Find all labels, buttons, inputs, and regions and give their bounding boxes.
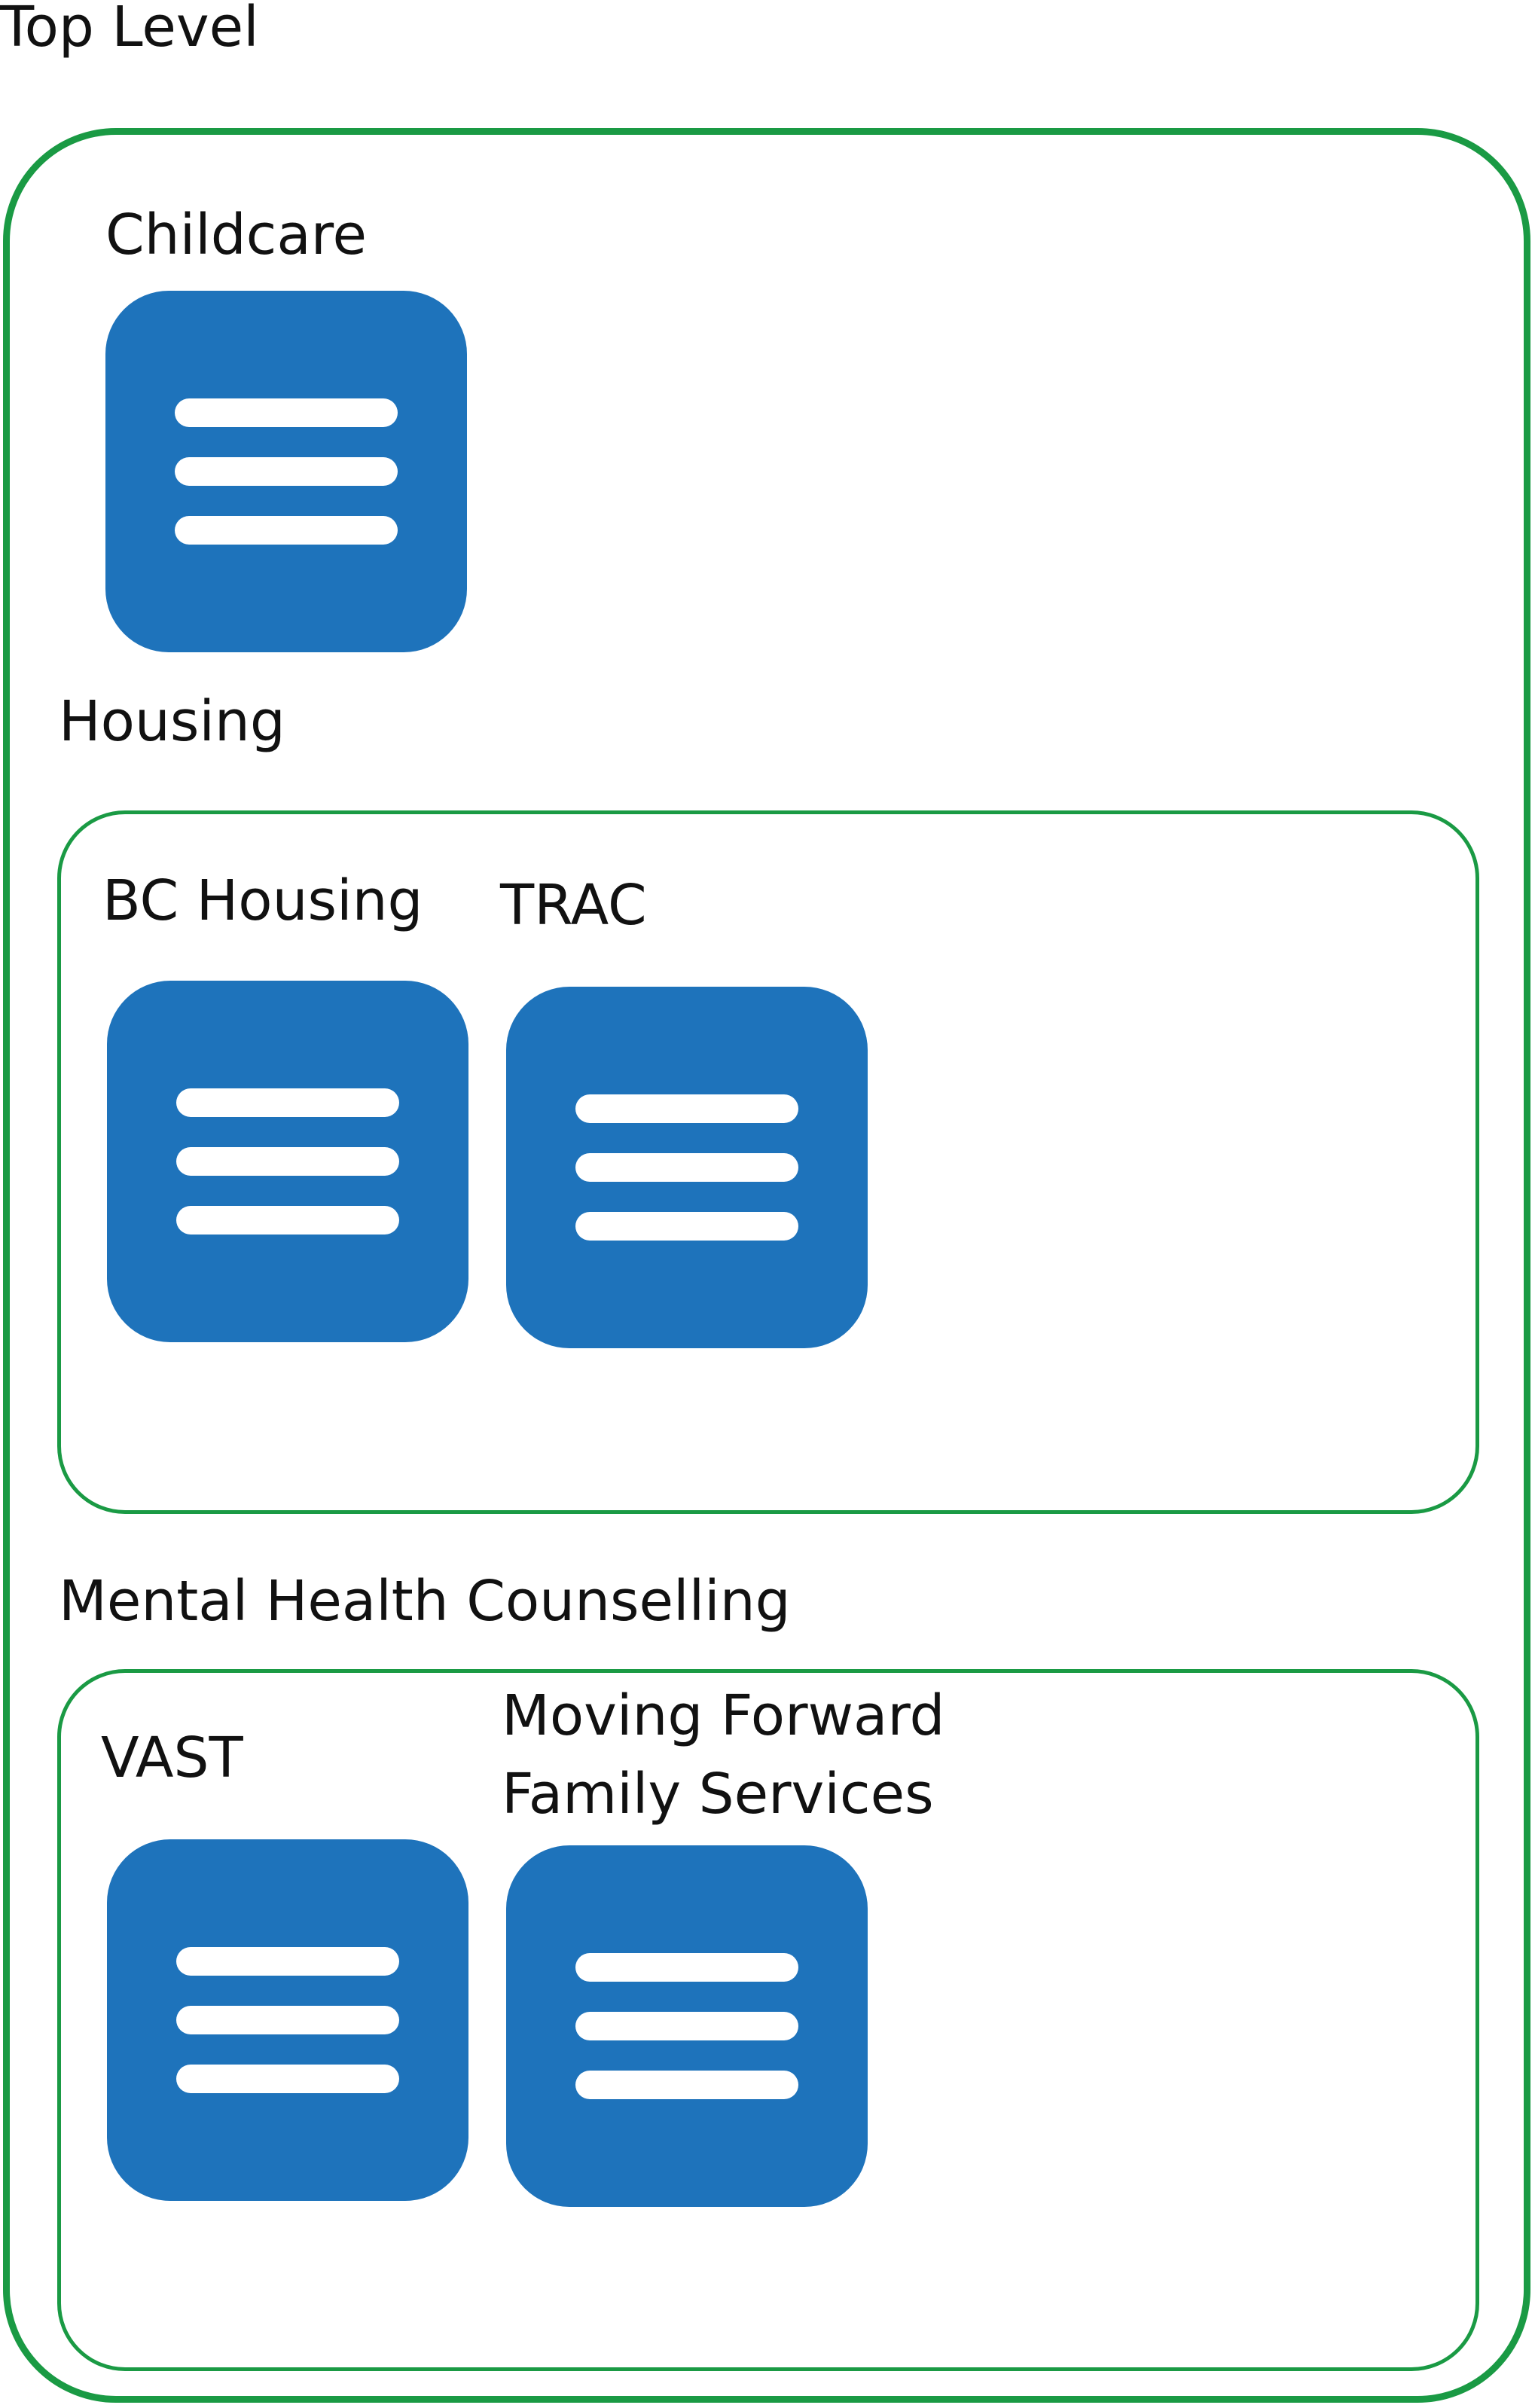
mental-health-title: Mental Health Counselling [59,1569,791,1634]
list-line [176,1088,399,1117]
list-line [575,1153,798,1182]
list-line [176,2065,399,2093]
housing-title: Housing [59,689,285,754]
list-line [176,1206,399,1235]
trac-list-icon[interactable] [506,987,868,1348]
trac-label: TRAC [500,873,647,938]
list-line [575,2071,798,2099]
childcare-label: Childcare [105,203,368,267]
vast-list-icon[interactable] [107,1839,468,2201]
list-line [575,1212,798,1241]
top-level-title: Top Level [0,0,259,60]
list-line [176,2006,399,2034]
vast-label: VAST [101,1726,243,1790]
moving-forward-label: Moving Forward Family Services [502,1677,944,1833]
moving-forward-label-line2: Family Services [502,1762,934,1827]
bc-housing-label: BC Housing [102,868,423,933]
list-line [175,516,398,545]
list-line [176,1947,399,1976]
moving-forward-label-line1: Moving Forward [502,1683,945,1748]
bc-housing-list-icon[interactable] [107,981,468,1342]
list-line [176,1147,399,1176]
moving-forward-list-icon[interactable] [506,1845,868,2207]
list-line [575,2012,798,2040]
childcare-list-icon[interactable] [105,291,467,652]
list-line [175,398,398,427]
list-line [175,457,398,486]
list-line [575,1953,798,1982]
list-line [575,1094,798,1123]
